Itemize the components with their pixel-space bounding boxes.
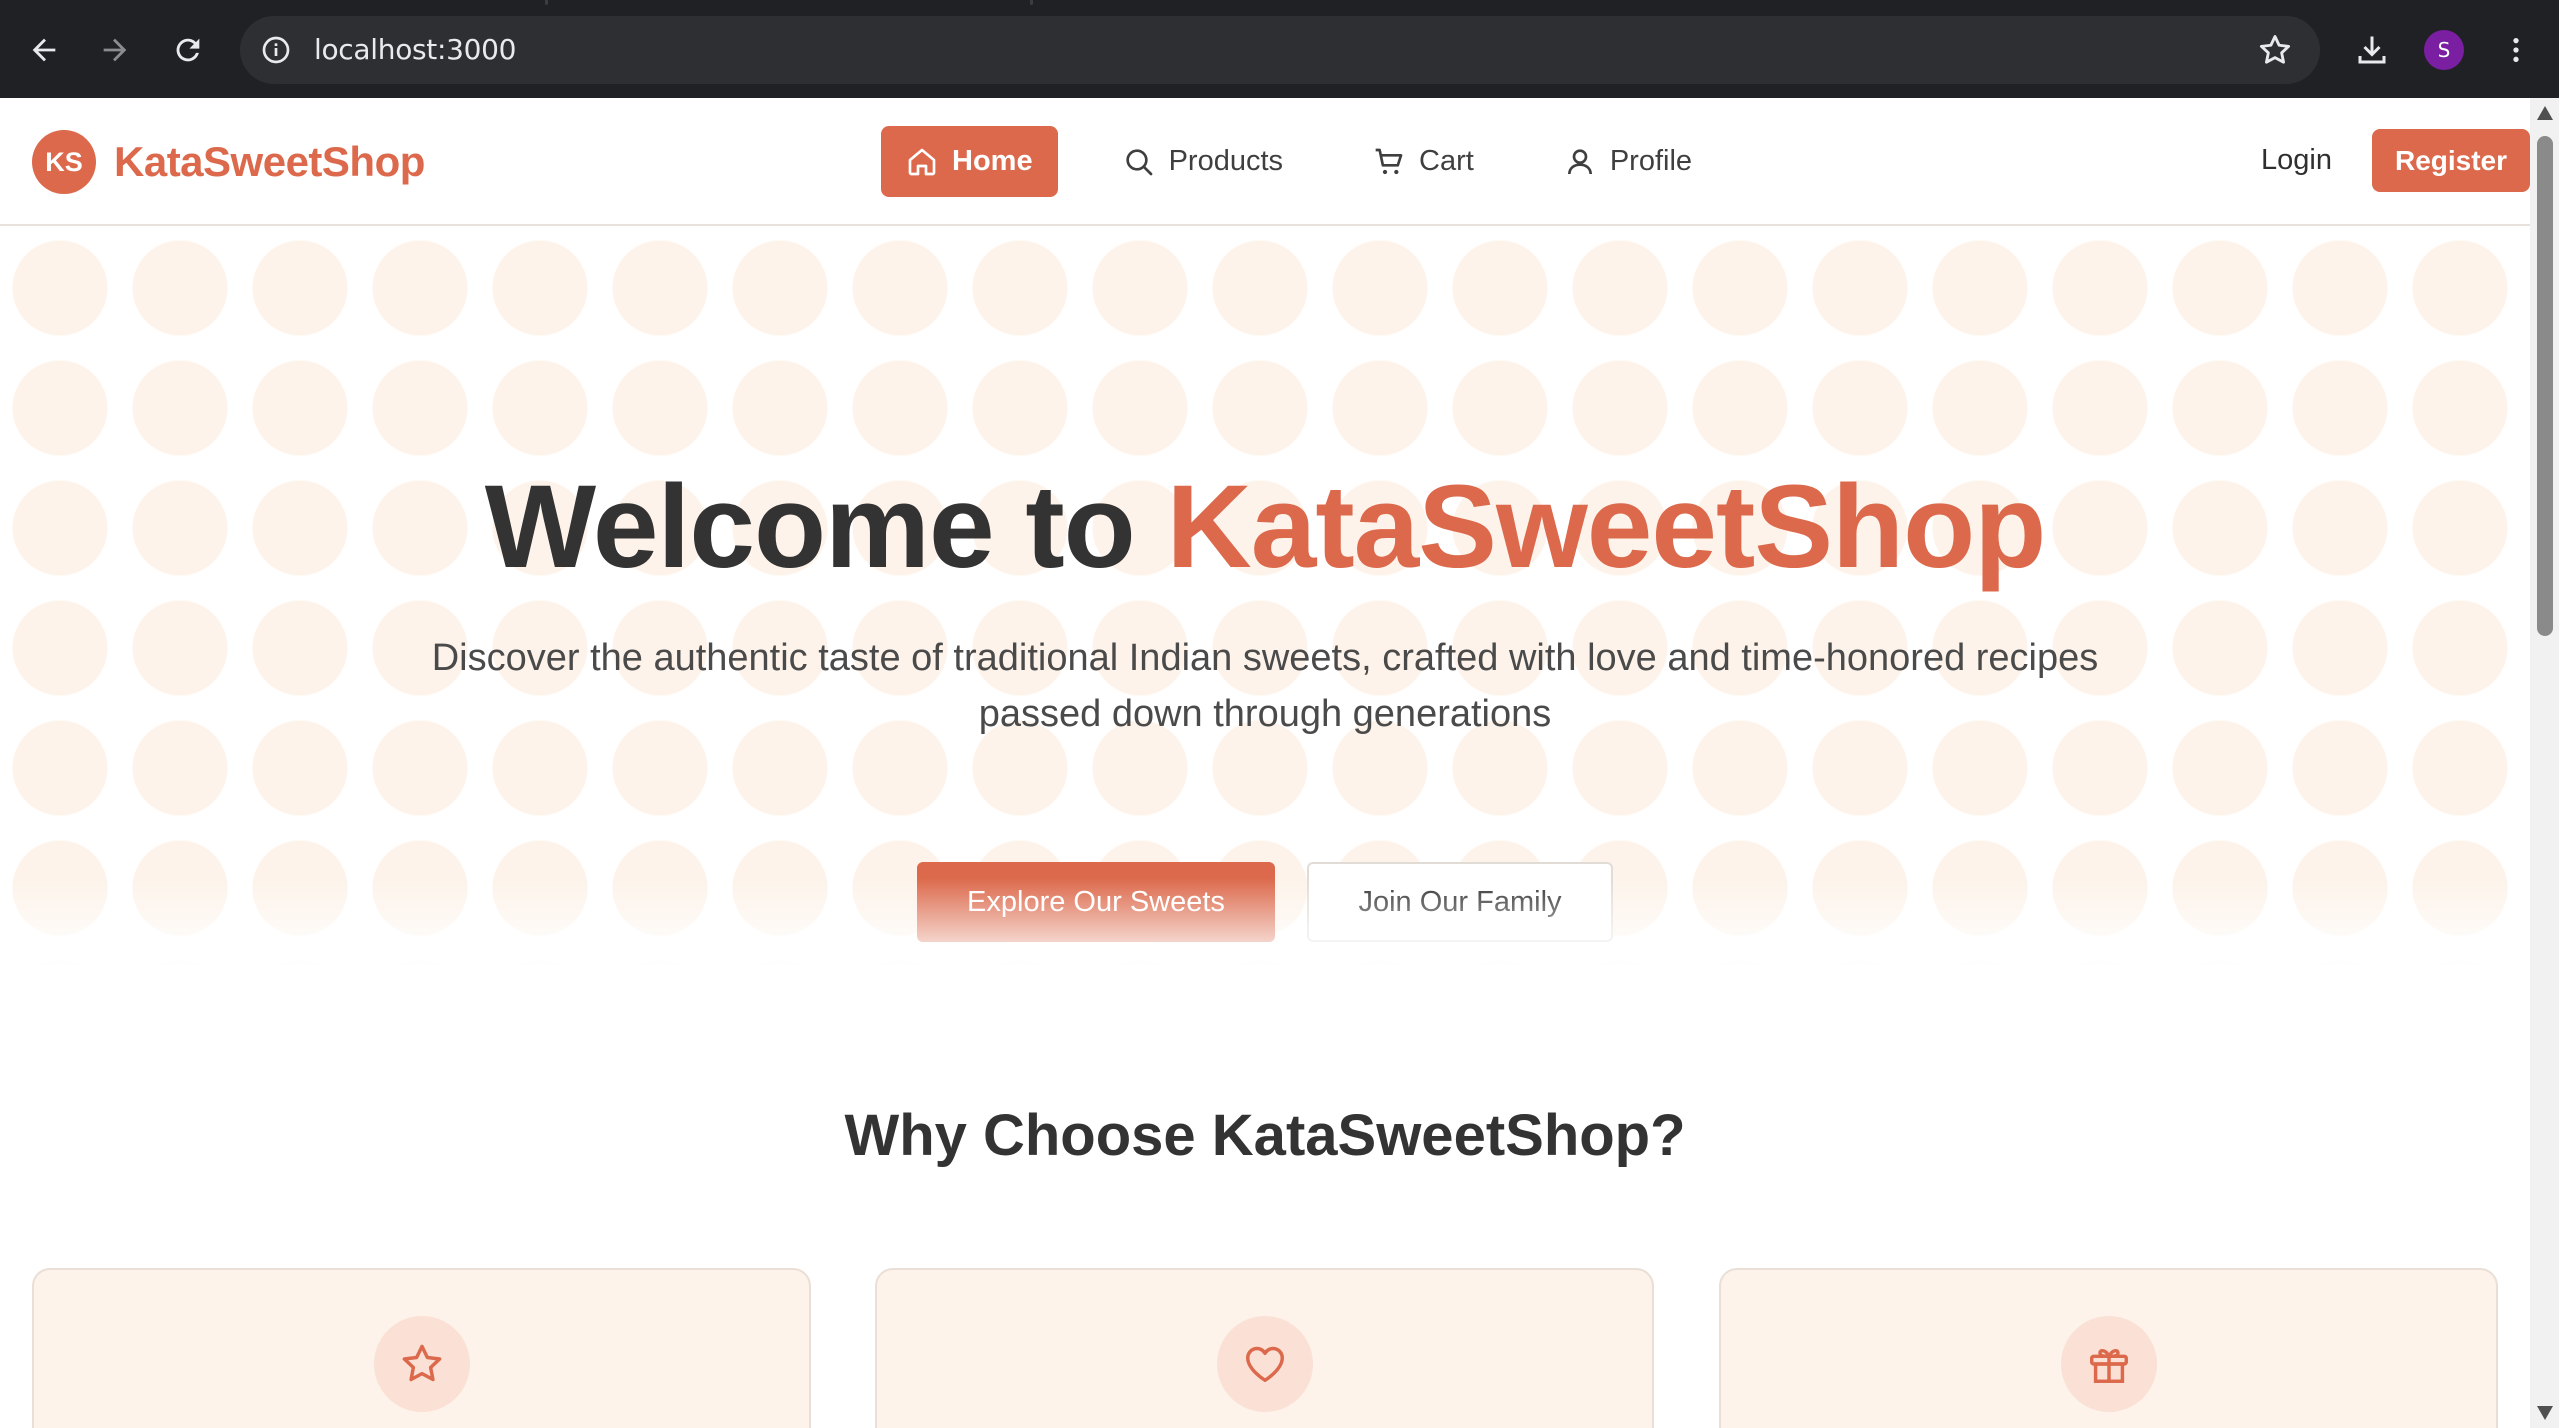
forward-arrow-icon [103, 38, 127, 62]
brand-badge: KS [32, 130, 96, 194]
heart-icon [1246, 1346, 1284, 1383]
explore-sweets-button[interactable]: Explore Our Sweets [917, 862, 1275, 942]
scroll-down-arrow-icon[interactable] [2537, 1406, 2553, 1420]
scroll-up-arrow-icon[interactable] [2537, 106, 2553, 120]
feature-card [875, 1268, 1654, 1428]
nav-profile-label: Profile [1609, 145, 1693, 177]
profile-avatar[interactable]: S [2424, 30, 2464, 70]
gift-icon [2090, 1348, 2128, 1383]
home-icon [908, 148, 936, 175]
forward-button[interactable] [91, 26, 139, 74]
back-arrow-icon [32, 38, 56, 62]
hero-section: Welcome to KataSweetShop Discover the au… [0, 228, 2530, 968]
main-navigation: Home Products Cart Profile [881, 126, 1757, 197]
nav-home-label: Home [952, 145, 1033, 177]
feature-card [32, 1268, 811, 1428]
page-viewport: KS KataSweetShop Home Products Cart Prof… [0, 98, 2530, 1428]
address-bar[interactable]: localhost:3000 [240, 16, 2320, 84]
url-text[interactable]: localhost:3000 [314, 33, 516, 66]
downloads-button[interactable] [2348, 26, 2396, 74]
nav-cart-label: Cart [1419, 145, 1474, 177]
reload-button[interactable] [164, 26, 212, 74]
hero-title: Welcome to KataSweetShop [0, 468, 2530, 586]
user-icon [1567, 148, 1592, 174]
register-button[interactable]: Register [2372, 129, 2530, 192]
browser-toolbar: localhost:3000 S [0, 0, 2559, 98]
download-icon [2358, 36, 2386, 64]
scrollbar-thumb[interactable] [2537, 136, 2553, 636]
hero-subtitle: Discover the authentic taste of traditio… [431, 637, 2099, 735]
join-family-button[interactable]: Join Our Family [1307, 862, 1613, 942]
star-icon[interactable] [2256, 31, 2294, 69]
reload-icon [176, 38, 200, 62]
feature-card [1719, 1268, 2498, 1428]
feature-icon-badge [374, 1316, 470, 1412]
info-icon[interactable] [258, 32, 294, 68]
site-header: KS KataSweetShop Home Products Cart Prof… [0, 98, 2530, 226]
nav-products[interactable]: Products [1098, 126, 1308, 197]
hero-title-prefix: Welcome to [484, 461, 1136, 593]
tab-divider [1030, 0, 1033, 5]
star-icon [402, 1344, 442, 1382]
nav-products-label: Products [1168, 145, 1284, 177]
hero-actions: Explore Our Sweets Join Our Family [917, 862, 1613, 942]
browser-menu-button[interactable] [2492, 26, 2540, 74]
page-scrollbar[interactable] [2530, 98, 2559, 1428]
search-icon [1125, 148, 1152, 175]
features-title: Why Choose KataSweetShop? [844, 1103, 1686, 1168]
cart-icon [1375, 148, 1403, 174]
login-link[interactable]: Login [2261, 144, 2332, 177]
feature-icon-badge [2061, 1316, 2157, 1412]
back-button[interactable] [20, 26, 68, 74]
more-vert-icon [2513, 38, 2519, 62]
auth-actions: Login Register [2261, 129, 2530, 192]
nav-home[interactable]: Home [881, 126, 1058, 197]
feature-icon-badge [1217, 1316, 1313, 1412]
tab-divider [545, 0, 548, 5]
nav-profile[interactable]: Profile [1539, 126, 1717, 197]
brand-logo-link[interactable]: KS KataSweetShop [32, 130, 425, 194]
hero-title-accent: KataSweetShop [1166, 461, 2047, 593]
nav-cart[interactable]: Cart [1348, 126, 1499, 197]
brand-name: KataSweetShop [114, 138, 425, 185]
